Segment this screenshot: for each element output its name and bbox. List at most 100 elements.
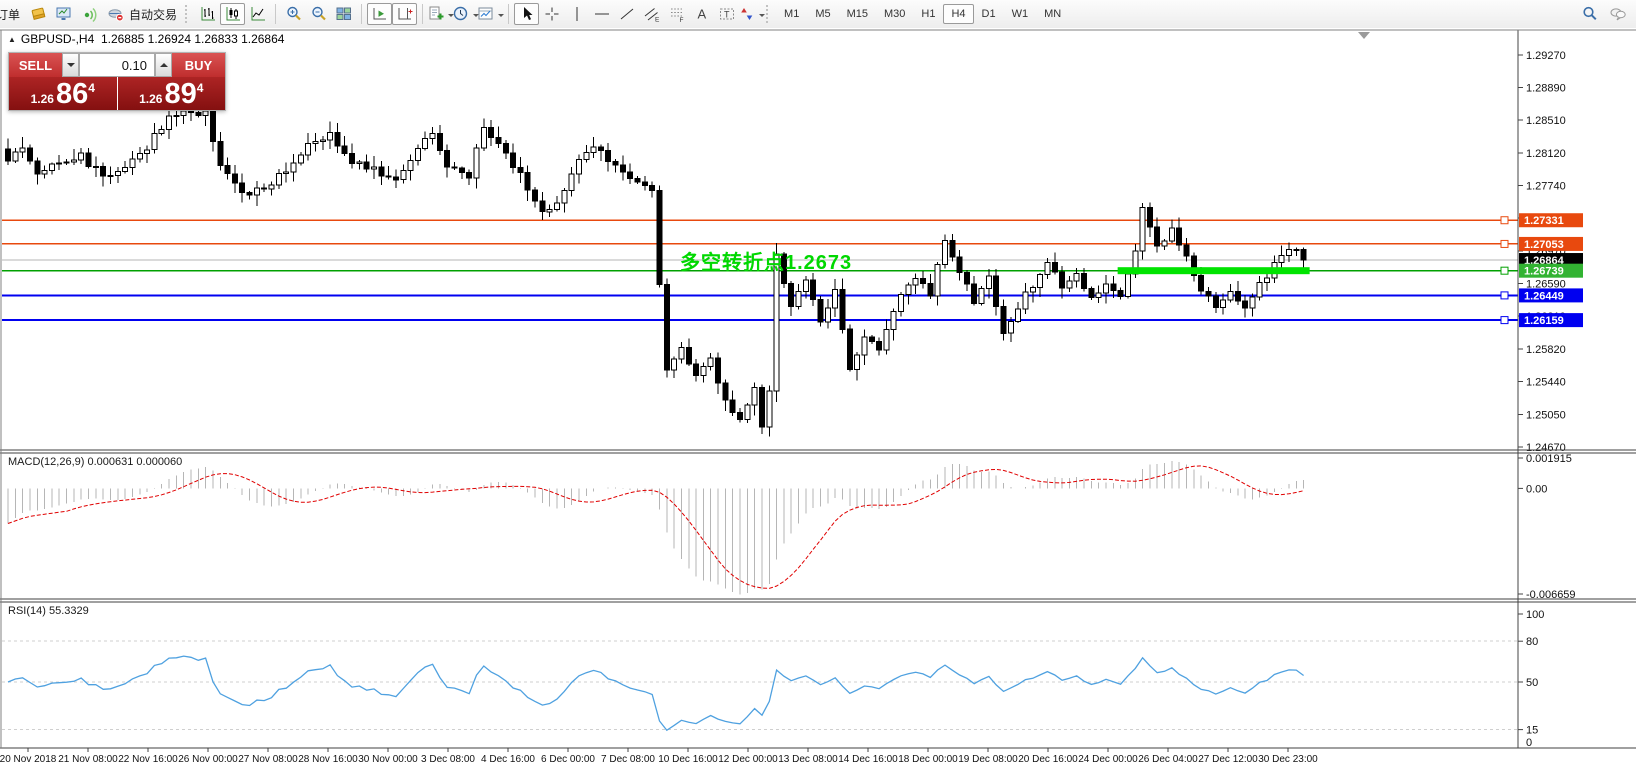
time-axis-label: 6 Dec 00:00 — [541, 754, 595, 765]
chat-icon[interactable] — [1605, 3, 1630, 25]
svg-text:E: E — [655, 17, 660, 24]
market-watch-icon[interactable] — [26, 3, 51, 25]
macd-scale-max: 0.001915 — [1526, 453, 1572, 465]
trendline-icon[interactable] — [614, 3, 639, 25]
arrows-button[interactable] — [739, 3, 764, 25]
toolbar-separator — [361, 4, 362, 24]
time-axis-label: 27 Nov 08:00 — [238, 754, 298, 765]
zoom-in-icon[interactable] — [281, 3, 306, 25]
sell-price-big: 86 — [56, 81, 88, 109]
rsi-level-label: 0 — [1526, 737, 1532, 749]
toolbar-separator — [422, 4, 423, 24]
volume-input[interactable]: 0.10 — [79, 53, 155, 77]
buy-price-tile[interactable]: 1.26 89 4 — [118, 77, 226, 110]
templates-button[interactable] — [478, 3, 503, 25]
time-axis-label: 12 Dec 00:00 — [718, 754, 778, 765]
signals-icon[interactable] — [76, 3, 101, 25]
toolbar-grip — [766, 5, 771, 23]
timeframe-mn-button[interactable]: MN — [1036, 4, 1069, 24]
timeframe-m1-button[interactable]: M1 — [776, 4, 807, 24]
timeframe-m15-button[interactable]: M15 — [839, 4, 876, 24]
caret-up-icon — [160, 59, 168, 67]
text-label-icon[interactable]: T — [714, 3, 739, 25]
chart-window: 1.292701.288901.285101.281201.277401.273… — [0, 28, 1636, 779]
pivot-annotation[interactable]: 多空转折点1.2673 — [680, 246, 852, 275]
time-axis-label: 18 Dec 00:00 — [898, 754, 958, 765]
svg-text:T: T — [724, 10, 730, 20]
sell-button[interactable]: SELL — [9, 53, 62, 77]
price-line-label-text: 1.27053 — [1524, 239, 1564, 251]
pivot-trendline[interactable] — [1118, 267, 1310, 274]
equidistant-channel-icon[interactable]: E — [639, 3, 664, 25]
vertical-line-icon[interactable] — [564, 3, 589, 25]
new-order-button[interactable]: 订单 — [0, 3, 26, 25]
rsi-level-label: 100 — [1526, 609, 1544, 621]
buy-price-sup: 4 — [197, 82, 204, 94]
search-icon[interactable] — [1577, 3, 1602, 25]
time-axis-label: 24 Dec 00:00 — [1078, 754, 1138, 765]
rsi-level-label: 50 — [1526, 677, 1538, 689]
chart-collapse-icon[interactable]: ▲ — [8, 35, 16, 44]
svg-text:F: F — [679, 17, 683, 23]
tile-windows-icon[interactable] — [331, 3, 356, 25]
toolbar-right-icons — [1577, 3, 1630, 25]
timeframe-d1-button[interactable]: D1 — [974, 4, 1004, 24]
line-drag-handle[interactable] — [1501, 267, 1508, 274]
rsi-level-label: 15 — [1526, 725, 1538, 737]
svg-text:A: A — [697, 7, 706, 22]
macd-indicator-label: MACD(12,26,9) 0.000631 0.000060 — [8, 456, 182, 468]
line-drag-handle[interactable] — [1501, 217, 1508, 224]
buy-price-small: 1.26 — [139, 93, 162, 105]
toolbar-grip — [185, 5, 190, 23]
line-drag-handle[interactable] — [1501, 240, 1508, 247]
auto-scroll-icon[interactable] — [367, 3, 392, 25]
buy-button[interactable]: BUY — [172, 53, 225, 77]
time-axis-label: 21 Nov 08:00 — [58, 754, 118, 765]
candlestick-chart-icon[interactable] — [220, 3, 245, 25]
chevron-down-icon[interactable] — [498, 14, 504, 20]
new-chart-button[interactable] — [428, 3, 453, 25]
crosshair-icon[interactable] — [539, 3, 564, 25]
time-axis-label: 14 Dec 16:00 — [838, 754, 898, 765]
text-icon[interactable]: A — [689, 3, 714, 25]
timeframe-w1-button[interactable]: W1 — [1004, 4, 1037, 24]
horizontal-line-icon[interactable] — [589, 3, 614, 25]
fibonacci-icon[interactable]: F — [664, 3, 689, 25]
cursor-icon[interactable] — [514, 3, 539, 25]
time-axis-label: 13 Dec 08:00 — [778, 754, 838, 765]
time-axis-label: 20 Nov 2018 — [0, 754, 57, 765]
zoom-out-icon[interactable] — [306, 3, 331, 25]
time-axis-label: 30 Nov 00:00 — [358, 754, 418, 765]
chart-title: ▲ GBPUSD-,H4 1.26885 1.26924 1.26833 1.2… — [8, 32, 284, 46]
timeframe-m5-button[interactable]: M5 — [807, 4, 838, 24]
time-axis-label: 4 Dec 16:00 — [481, 754, 535, 765]
chart-shift-icon[interactable] — [392, 3, 417, 25]
timeframe-h4-button[interactable]: H4 — [943, 4, 973, 24]
line-drag-handle[interactable] — [1501, 292, 1508, 299]
auto-trading-button-label: 自动交易 — [129, 6, 177, 23]
price-line-label-text: 1.27331 — [1524, 215, 1564, 227]
sell-price-tile[interactable]: 1.26 86 4 — [9, 77, 117, 110]
price-tick-label: 1.29270 — [1526, 50, 1566, 62]
line-chart-icon[interactable] — [245, 3, 270, 25]
timeframe-h1-button[interactable]: H1 — [913, 4, 943, 24]
price-tick-label: 1.27740 — [1526, 180, 1566, 192]
time-axis-label: 19 Dec 08:00 — [958, 754, 1018, 765]
bar-chart-icon[interactable] — [195, 3, 220, 25]
line-drag-handle[interactable] — [1501, 317, 1508, 324]
rsi-indicator-label: RSI(14) 55.3329 — [8, 605, 89, 617]
one-click-trading-panel: SELL 0.10 BUY 1.26 86 4 1.26 89 4 — [8, 52, 226, 111]
chevron-down-icon[interactable] — [759, 14, 765, 20]
volume-decrease-button[interactable] — [62, 53, 79, 77]
time-axis-label: 27 Dec 12:00 — [1198, 754, 1258, 765]
caret-down-icon — [67, 63, 75, 71]
toolbar-separator — [275, 4, 276, 24]
profiles-clock-button[interactable] — [453, 3, 478, 25]
volume-increase-button[interactable] — [155, 53, 172, 77]
chart-canvas[interactable]: 1.292701.288901.285101.281201.277401.273… — [0, 28, 1636, 779]
timeframe-m30-button[interactable]: M30 — [876, 4, 913, 24]
price-tick-label: 1.28120 — [1526, 148, 1566, 160]
auto-trading-button[interactable]: 自动交易 — [101, 3, 183, 25]
rsi-level-label: 80 — [1526, 636, 1538, 648]
data-window-icon[interactable] — [51, 3, 76, 25]
